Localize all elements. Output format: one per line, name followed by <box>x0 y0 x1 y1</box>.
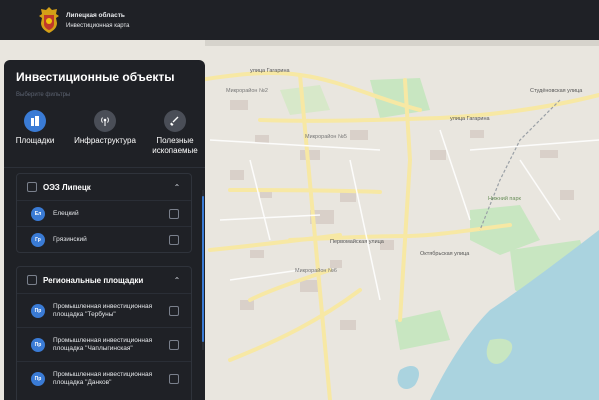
panel-divider <box>4 167 205 168</box>
map-subtitle: Инвестиционная карта <box>66 22 130 29</box>
group-checkbox[interactable] <box>27 182 37 192</box>
map-label: Нижний парк <box>488 195 522 202</box>
group-checkbox[interactable] <box>27 275 37 285</box>
chevron-up-icon[interactable]: ⌃ <box>169 183 185 192</box>
map-label: Микрорайон №6 <box>295 267 337 274</box>
filter-minerals-label: Полезные ископаемые <box>152 136 198 155</box>
group-name: ОЭЗ Липецк <box>43 182 91 192</box>
site-badge: Ел <box>31 206 45 221</box>
map-label: улица Гагарина <box>450 116 490 122</box>
site-name: Промышленная инвестиционная площадка "Да… <box>53 371 153 386</box>
map-label: Первомайская улица <box>330 238 385 245</box>
buildings-icon[interactable] <box>24 110 46 132</box>
map-label: Микрорайон №5 <box>305 133 347 140</box>
site-badge: Гр <box>31 232 45 247</box>
filters-hint: Выберите фильтры <box>16 92 71 98</box>
map-label: улица Гагарина <box>250 68 290 74</box>
map-label: Микрорайон №2 <box>226 87 268 94</box>
region-title: Липецкая область <box>66 11 125 19</box>
site-checkbox[interactable] <box>169 305 179 316</box>
site-checkbox[interactable] <box>169 234 179 245</box>
broadcast-icon[interactable] <box>94 110 116 132</box>
site-name: Промышленная инвестиционная площадка "Ча… <box>53 337 153 352</box>
list-item[interactable]: Пр Промышленная инвестиционная площадка … <box>17 327 191 361</box>
shovel-icon[interactable] <box>164 110 186 132</box>
region-emblem-icon <box>39 7 59 33</box>
site-badge: Пр <box>31 337 45 352</box>
site-checkbox[interactable] <box>169 208 179 219</box>
site-checkbox[interactable] <box>169 373 179 384</box>
site-badge: Пр <box>31 303 45 318</box>
site-checkbox[interactable] <box>169 339 179 350</box>
map-label: Студёновская улица <box>530 88 583 94</box>
list-item[interactable]: Гр Грязинский <box>17 226 191 252</box>
filter-sites-label: Площадки <box>15 136 55 145</box>
group-header[interactable]: ОЭЗ Липецк ⌃ <box>17 174 191 200</box>
group-regional-sites: Региональные площадки ⌃ Пр Промышленная … <box>16 266 192 400</box>
map-label: Октябрьская улица <box>420 251 470 257</box>
list-item[interactable]: Пр Промышленная инвестиционная площадка … <box>17 293 191 327</box>
filter-sites[interactable]: Площадки <box>4 110 70 146</box>
list-item[interactable]: Ел Елецкий <box>17 200 191 226</box>
site-name: Елецкий <box>53 209 79 217</box>
group-oez-lipetsk: ОЭЗ Липецк ⌃ Ел Елецкий Гр Грязинский <box>16 173 192 253</box>
filter-infrastructure[interactable]: Инфраструктура <box>70 110 140 146</box>
filter-minerals[interactable]: Полезные ископаемые <box>140 110 205 155</box>
group-header[interactable]: Региональные площадки ⌃ <box>17 267 191 293</box>
site-name: Грязинский <box>53 235 87 243</box>
top-bar: Липецкая область Инвестиционная карта <box>0 0 599 40</box>
filter-infrastructure-label: Инфраструктура <box>74 136 136 145</box>
chevron-up-icon[interactable]: ⌃ <box>169 276 185 285</box>
site-badge: Пр <box>31 371 45 386</box>
group-name: Региональные площадки <box>43 275 144 285</box>
panel-title: Инвестиционные объекты <box>16 70 175 84</box>
list-item[interactable]: Пр Промышленная инвестиционная площадка … <box>17 361 191 395</box>
panel-scrollbar-thumb[interactable] <box>202 196 204 342</box>
site-name: Промышленная инвестиционная площадка "Те… <box>53 303 153 318</box>
investment-panel: Инвестиционные объекты Выберите фильтры … <box>4 60 205 400</box>
